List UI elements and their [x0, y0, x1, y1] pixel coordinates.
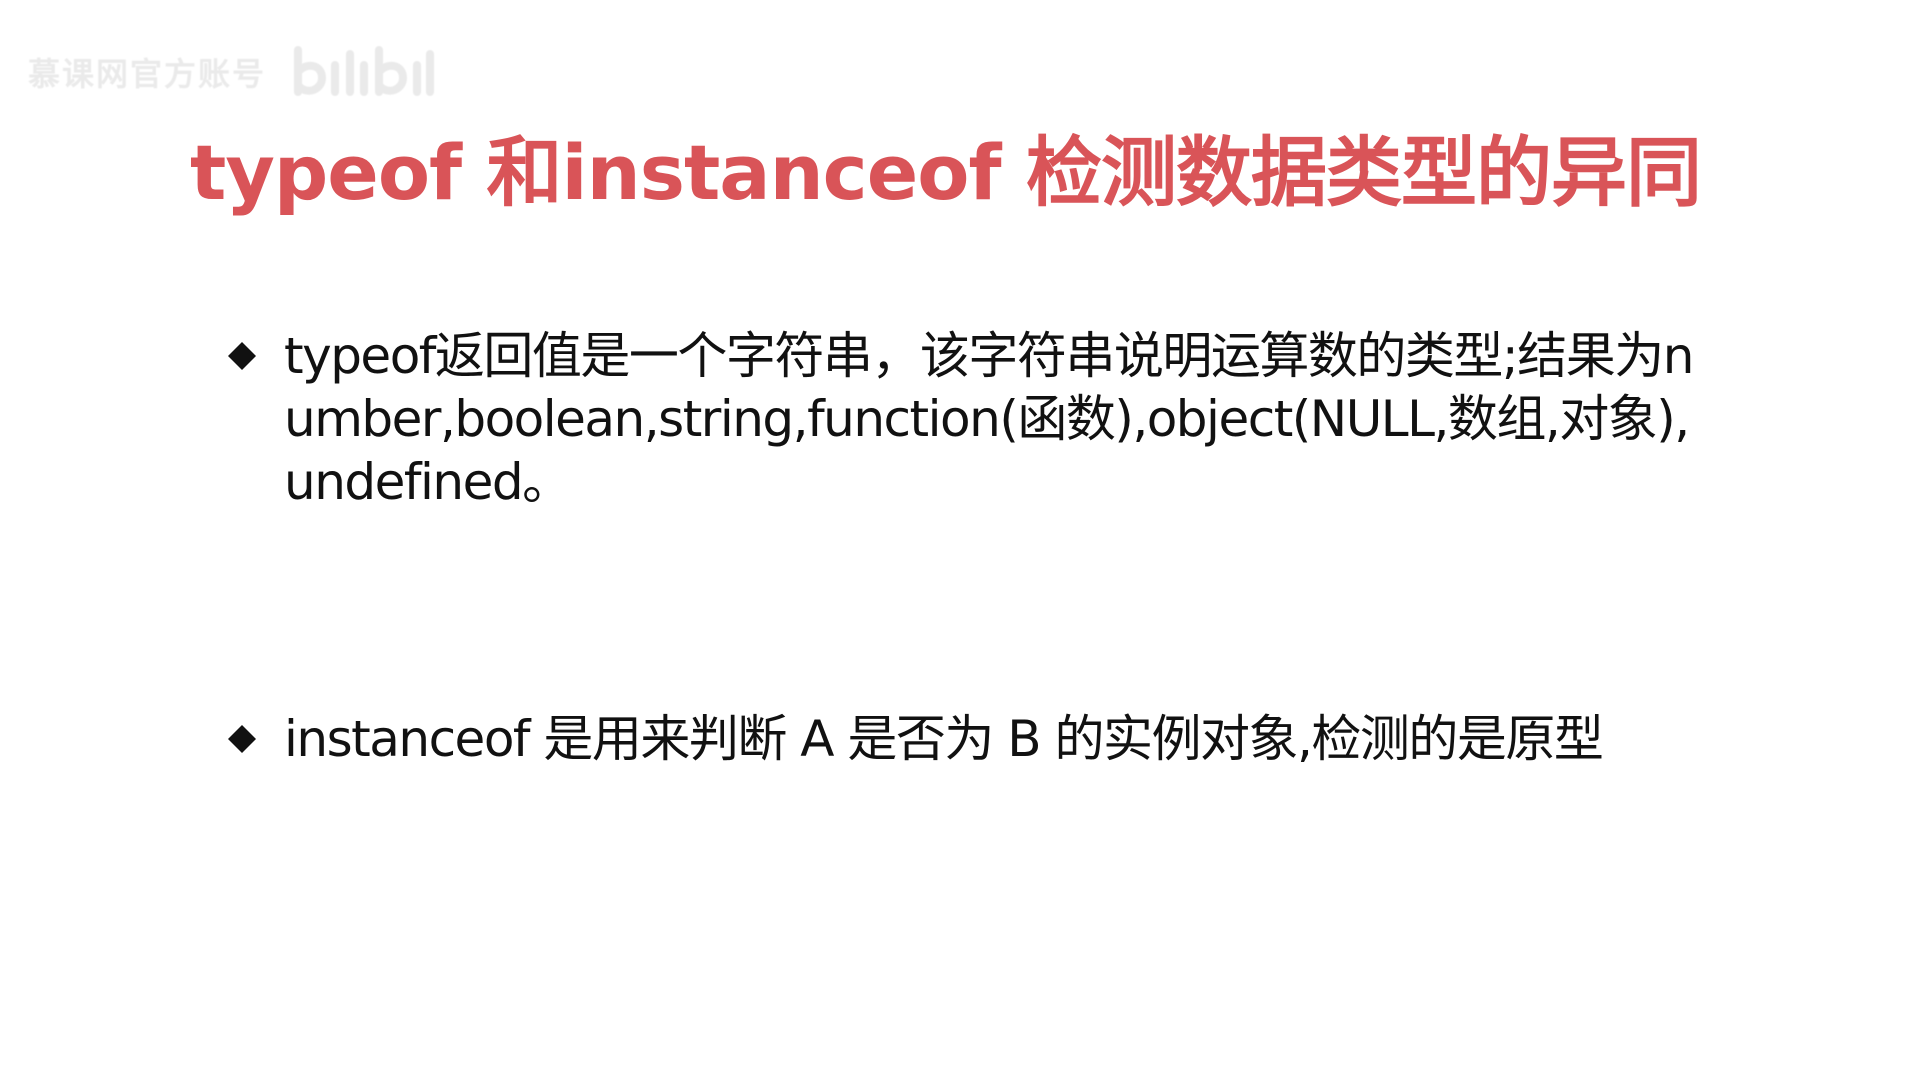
typeof-bullet: typeof返回值是一个字符串，该字符串说明运算数的类型;结果为number,b… [228, 325, 1748, 515]
bilibili-logo-icon [294, 46, 435, 96]
diamond-bullet-icon [228, 342, 256, 370]
instanceof-bullet: instanceof 是用来判断 A 是否为 B 的实例对象,检测的是原型 [228, 708, 1748, 778]
instanceof-explanation: instanceof 是用来判断 A 是否为 B 的实例对象,检测的是原型 [284, 710, 1604, 768]
slide-title: typeof 和instanceof 检测数据类型的异同 [190, 128, 1702, 217]
diamond-bullet-icon [228, 725, 256, 753]
watermark-text: 慕课网官方账号 [28, 55, 267, 93]
presentation-slide: 慕课网官方账号 typeof 和instanceof 检测数据类型的异同 typ… [0, 0, 1920, 1080]
typeof-explanation: typeof返回值是一个字符串，该字符串说明运算数的类型;结果为number,b… [284, 327, 1694, 511]
watermark: 慕课网官方账号 [28, 42, 438, 102]
